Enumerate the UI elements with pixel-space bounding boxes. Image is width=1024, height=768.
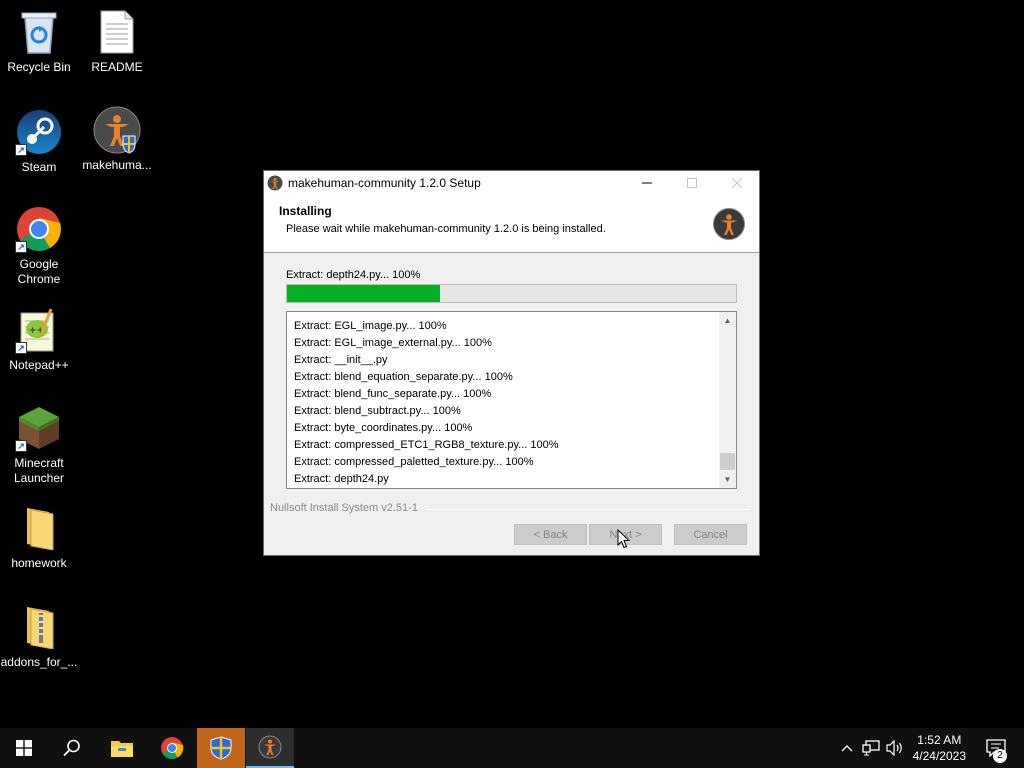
desktop-icon-label: README [91,60,143,74]
desktop-icon-label: addons_for_... [0,655,78,669]
folder-icon [15,504,63,552]
zip-folder-icon [15,603,63,651]
maximize-icon [687,178,697,188]
start-button[interactable] [0,728,48,768]
taskbar-makehuman-setup[interactable] [246,728,294,768]
notification-count-badge: 2 [993,749,1007,763]
steam-icon: ↗ [15,108,63,156]
log-line: Extract: blend_equation_separate.py... 1… [294,371,513,383]
taskbar-file-explorer[interactable] [98,728,146,768]
window-title: makehuman-community 1.2.0 Setup [288,176,481,190]
mouse-cursor-icon [617,529,631,549]
taskbar-chrome[interactable] [148,728,196,768]
log-line: Extract: compressed_paletted_texture.py.… [294,456,534,468]
scroll-up-button[interactable]: ▲ [719,312,736,329]
recycle-bin-icon [15,8,63,56]
desktop-icon-label: Notepad++ [9,358,69,372]
shortcut-arrow-icon: ↗ [15,144,27,156]
desktop-icon-steam[interactable]: ↗ Steam [0,108,78,175]
windows-logo-icon [16,740,32,756]
taskbar: 1:52 AM 4/24/2023 2 [0,728,1024,768]
minecraft-icon: ↗ [15,404,63,452]
status-text: Extract: depth24.py... 100% [286,269,421,281]
shortcut-arrow-icon: ↗ [15,241,27,253]
page-subtitle: Please wait while makehuman-community 1.… [286,223,606,235]
clock-time: 1:52 AM [917,733,962,747]
close-icon [732,178,742,188]
close-button[interactable] [714,171,760,195]
back-button[interactable]: < Back [514,524,587,545]
desktop-icon-homework[interactable]: homework [0,504,78,571]
speaker-icon [886,740,902,756]
log-line: Extract: depth24.py [294,473,389,485]
cancel-button[interactable]: Cancel [674,524,747,545]
chrome-icon: ↗ [15,205,63,253]
desktop-icon-label: makehuma... [82,158,152,172]
search-icon [63,739,80,757]
makehuman-icon [258,735,282,759]
log-line: Extract: blend_subtract.py... 100% [294,405,461,417]
desktop-icon-minecraft[interactable]: ↗ Minecraft Launcher [0,404,78,486]
install-log[interactable]: Extract: EGL_image.py... 100% Extract: E… [286,311,737,489]
log-line: Extract: compressed_ETC1_RGB8_texture.py… [294,439,559,451]
desktop-icon-readme[interactable]: README [78,8,156,75]
minimize-icon [642,182,652,184]
progress-fill [287,285,440,302]
tray-network-button[interactable] [860,728,882,768]
maximize-button[interactable] [669,171,715,195]
log-line: Extract: EGL_image_external.py... 100% [294,337,492,349]
page-title: Installing [279,204,332,218]
branding-divider [426,509,750,510]
tray-volume-button[interactable] [884,728,906,768]
network-icon [862,740,880,756]
log-line: Extract: blend_func_separate.py... 100% [294,388,492,400]
log-line: Extract: byte_coordinates.py... 100% [294,422,473,434]
shield-icon [210,736,232,760]
chrome-icon [161,737,184,759]
desktop-icon-notepad-plus-plus[interactable]: ++ ↗ Notepad++ [0,306,78,373]
log-list: Extract: EGL_image.py... 100% Extract: E… [287,312,736,488]
title-bar[interactable]: makehuman-community 1.2.0 Setup [264,171,759,195]
chevron-up-icon [841,745,853,752]
desktop-icon-recycle-bin[interactable]: Recycle Bin [0,8,78,75]
setup-window: makehuman-community 1.2.0 Setup Installi… [263,170,760,556]
scroll-thumb[interactable] [720,453,735,470]
desktop-icon-label: Recycle Bin [7,60,71,74]
wizard-header: Installing Please wait while makehuman-c… [264,195,759,253]
desktop-icon-label: Minecraft Launcher [13,456,65,485]
progress-bar [286,284,737,303]
clock-date: 4/24/2023 [912,749,966,763]
chevron-up-icon: ▲ [723,316,732,325]
makehuman-logo-icon [713,208,745,240]
makehuman-app-icon [267,175,283,191]
log-scrollbar[interactable]: ▲ ▼ [719,312,736,488]
notepad-plus-plus-icon: ++ ↗ [15,306,63,354]
shortcut-arrow-icon: ↗ [15,440,27,452]
tray-show-hidden-button[interactable] [838,728,856,768]
text-file-icon [93,8,141,56]
desktop-icon-label: Steam [21,160,57,174]
desktop-icon-label: homework [11,556,67,570]
desktop-icon-label: Google Chrome [17,257,61,286]
desktop-icon-chrome[interactable]: ↗ Google Chrome [0,205,78,287]
minimize-button[interactable] [624,171,670,195]
scroll-down-button[interactable]: ▼ [719,471,736,488]
file-explorer-icon [111,741,133,757]
taskbar-uac-prompt[interactable] [197,728,245,768]
search-button[interactable] [48,728,96,768]
log-line: Extract: EGL_image.py... 100% [294,320,447,332]
makehuman-icon [93,106,141,154]
chevron-down-icon: ▼ [723,475,732,484]
desktop-icon-makehuman[interactable]: makehuma... [78,106,156,173]
log-line: Extract: __init__.py [294,354,388,366]
installer-branding: Nullsoft Install System v2.51-1 [270,502,418,514]
desktop-icon-addons[interactable]: addons_for_... [0,603,78,670]
taskbar-clock[interactable]: 1:52 AM 4/24/2023 [913,732,966,764]
shortcut-arrow-icon: ↗ [15,342,27,354]
